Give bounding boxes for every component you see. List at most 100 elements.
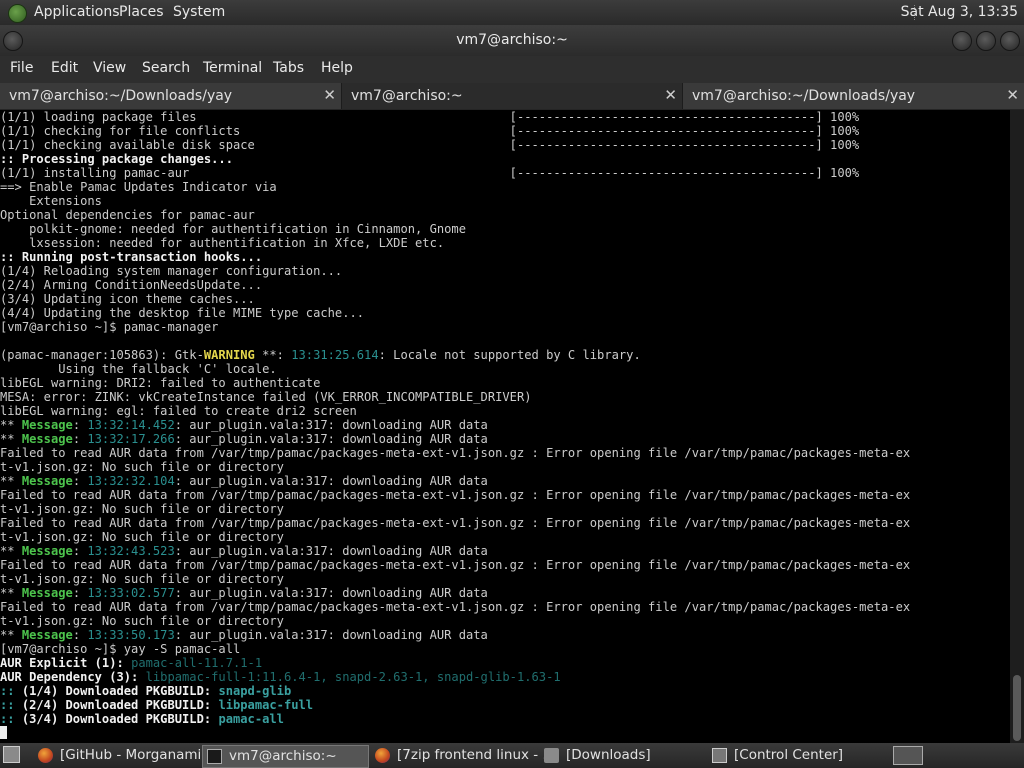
terminal-text: t-v1.json.gz: No such file or directory [0,614,284,628]
terminal-text: (1/4) Downloaded PKGBUILD: [21,684,219,698]
terminal-line: Using the fallback 'C' locale. [0,362,1010,376]
tab-bar: vm7@archiso:~/Downloads/yay ✕ vm7@archis… [0,83,1024,110]
terminal-line: polkit-gnome: needed for authentificatio… [0,222,1010,236]
menu-terminal[interactable]: Terminal [203,60,262,76]
terminal-line: :: (2/4) Downloaded PKGBUILD: libpamac-f… [0,698,1010,712]
system-menu[interactable]: System [173,4,225,20]
terminal-line: lxsession: needed for authentification i… [0,236,1010,250]
terminal-text: ** [0,432,22,446]
clock[interactable]: Sat Aug 3, 13:35 [901,4,1018,20]
terminal-text: libpamac-full [218,698,314,712]
terminal-line: Extensions [0,194,1010,208]
tab-3[interactable]: vm7@archiso:~/Downloads/yay ✕ [683,83,1024,109]
menu-search[interactable]: Search [142,60,190,76]
tab-label: vm7@archiso:~/Downloads/yay [9,88,233,104]
show-desktop-icon[interactable] [3,746,20,763]
firefox-icon [375,748,390,763]
terminal-line: :: Processing package changes... [0,152,1010,166]
tab-1[interactable]: vm7@archiso:~/Downloads/yay ✕ [0,83,342,109]
terminal-line: (1/1) checking available disk space [---… [0,138,1010,152]
terminal-text: [vm7@archiso ~]$ pamac-manager [0,320,219,334]
terminal-output[interactable]: (1/1) loading package files [-----------… [0,110,1010,743]
terminal-text: Extensions [0,194,102,208]
tab-close-icon[interactable]: ✕ [664,86,677,104]
terminal-line: t-v1.json.gz: No such file or directory [0,530,1010,544]
terminal-text: Message [21,474,73,488]
taskbar-item-label: [7zip frontend linux - ... [397,747,556,763]
menu-edit[interactable]: Edit [51,60,78,76]
menu-file[interactable]: File [10,60,33,76]
taskbar-item-control-center[interactable]: [Control Center] [708,745,873,766]
terminal-line: [vm7@archiso ~]$ pamac-manager [0,320,1010,334]
applications-menu[interactable]: Applications [34,4,120,20]
terminal-line: MESA: error: ZINK: vkCreateInstance fail… [0,390,1010,404]
terminal-text: Failed to read AUR data from /var/tmp/pa… [0,558,911,572]
terminal-text: Message [21,544,73,558]
terminal-text: 13:32:32.104 [87,474,175,488]
tab-label: vm7@archiso:~/Downloads/yay [692,88,916,104]
terminal-text: Failed to read AUR data from /var/tmp/pa… [0,446,911,460]
workspace-switcher[interactable] [893,746,923,765]
terminal-text: (3/4) Updating icon theme caches... [0,292,255,306]
menu-view[interactable]: View [93,60,126,76]
terminal-line: AUR Explicit (1): pamac-all-11.7.1-1 [0,656,1010,670]
terminal-line: ** Message: 13:33:02.577: aur_plugin.val… [0,586,1010,600]
terminal-line: :: (3/4) Downloaded PKGBUILD: pamac-all [0,712,1010,726]
distro-logo-icon[interactable] [8,4,27,23]
maximize-icon[interactable] [976,31,996,51]
menu-help[interactable]: Help [321,60,353,76]
terminal-scrollbar[interactable] [1010,110,1024,743]
terminal-text: (1/4) Reloading system manager configura… [0,264,343,278]
terminal-text: (3/4) Downloaded PKGBUILD: [21,712,219,726]
terminal-text: : [72,432,88,446]
terminal-text: (1/1) loading package files [-----------… [0,110,860,124]
terminal-text: Using the fallback 'C' locale. [0,362,277,376]
close-icon[interactable] [1000,31,1020,51]
taskbar-item-label: [Downloads] [566,747,651,763]
terminal-text: : aur_plugin.vala:317: downloading AUR d… [174,544,488,558]
terminal-text: : [72,544,88,558]
terminal-line: ** Message: 13:32:17.266: aur_plugin.val… [0,432,1010,446]
terminal-text: Failed to read AUR data from /var/tmp/pa… [0,488,911,502]
terminal-text: :: Processing package changes... [0,152,233,166]
terminal-text: (1/1) checking for file conflicts [-----… [0,124,860,138]
bottom-taskbar: [GitHub - Morganamil... vm7@archiso:~ [7… [0,743,1024,768]
terminal-text: polkit-gnome: needed for authentificatio… [0,222,466,236]
taskbar-item-terminal[interactable]: vm7@archiso:~ [202,745,369,768]
tab-close-icon[interactable]: ✕ [323,86,336,104]
terminal-line: t-v1.json.gz: No such file or directory [0,502,1010,516]
scrollbar-thumb[interactable] [1013,675,1021,741]
terminal-text: pamac-all [218,712,284,726]
menu-tabs[interactable]: Tabs [273,60,304,76]
places-menu[interactable]: Places [119,4,164,20]
terminal-cursor [0,726,7,739]
terminal-line: Failed to read AUR data from /var/tmp/pa… [0,516,1010,530]
tab-close-icon[interactable]: ✕ [1006,86,1019,104]
terminal-text: lxsession: needed for authentification i… [0,236,445,250]
terminal-line: ** Message: 13:32:32.104: aur_plugin.val… [0,474,1010,488]
terminal-line: ** Message: 13:32:14.452: aur_plugin.val… [0,418,1010,432]
minimize-icon[interactable] [952,31,972,51]
terminal-text: libEGL warning: egl: failed to create dr… [0,404,357,418]
terminal-text: t-v1.json.gz: No such file or directory [0,460,284,474]
taskbar-item-downloads[interactable]: [Downloads] [540,745,705,766]
terminal-line: Optional dependencies for pamac-aur [0,208,1010,222]
window-titlebar[interactable]: vm7@archiso:~ [0,25,1024,56]
terminal-text: Failed to read AUR data from /var/tmp/pa… [0,600,911,614]
terminal-text: ** [0,628,22,642]
taskbar-item-7zip[interactable]: [7zip frontend linux - ... [371,745,555,766]
terminal-text: t-v1.json.gz: No such file or directory [0,502,284,516]
taskbar-item-github[interactable]: [GitHub - Morganamil... [34,745,218,766]
terminal-text: : [72,586,88,600]
terminal-line: Failed to read AUR data from /var/tmp/pa… [0,488,1010,502]
terminal-line: ** Message: 13:33:50.173: aur_plugin.val… [0,628,1010,642]
terminal-text: AUR Dependency (3): [0,670,146,684]
terminal-text: :: Running post-transaction hooks... [0,250,263,264]
terminal-text: t-v1.json.gz: No such file or directory [0,530,284,544]
terminal-line: t-v1.json.gz: No such file or directory [0,614,1010,628]
terminal-line: libEGL warning: DRI2: failed to authenti… [0,376,1010,390]
terminal-text: 13:33:02.577 [87,586,175,600]
terminal-line: [vm7@archiso ~]$ yay -S pamac-all [0,642,1010,656]
tab-2-active[interactable]: vm7@archiso:~ ✕ [342,83,683,109]
